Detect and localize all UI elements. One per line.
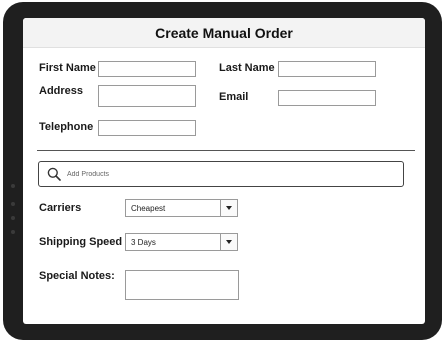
last-name-label: Last Name (219, 62, 275, 74)
section-divider (37, 150, 415, 151)
page-title: Create Manual Order (155, 24, 293, 41)
last-name-field[interactable] (278, 61, 376, 77)
add-products-search[interactable] (38, 161, 404, 187)
camera-dot (11, 184, 15, 188)
first-name-label: First Name (39, 62, 96, 74)
telephone-label: Telephone (39, 121, 94, 133)
shipping-speed-selected-value: 3 Days (131, 237, 156, 247)
special-notes-label: Special Notes: (39, 270, 115, 282)
address-label: Address (39, 85, 84, 97)
carriers-label: Carriers (39, 202, 82, 214)
carriers-dropdown-button[interactable] (220, 200, 237, 216)
carriers-select[interactable]: Cheapest (125, 199, 238, 217)
sensor-dot (11, 216, 15, 220)
carriers-selected-value: Cheapest (131, 203, 166, 213)
first-name-field[interactable] (98, 61, 196, 77)
title-bar: Create Manual Order (23, 18, 425, 48)
sensor-dot (11, 230, 15, 234)
chevron-down-icon (226, 206, 232, 210)
email-field[interactable] (278, 90, 376, 106)
shipping-speed-dropdown-button[interactable] (220, 234, 237, 250)
search-icon (45, 165, 63, 183)
tablet-frame: Create Manual Order First Name Last Name… (3, 2, 442, 340)
telephone-field[interactable] (98, 120, 196, 136)
email-label: Email (219, 91, 249, 103)
sensor-dot (11, 202, 15, 206)
chevron-down-icon (226, 240, 232, 244)
shipping-speed-label: Shipping Speed (39, 236, 123, 248)
order-form-screen: Create Manual Order First Name Last Name… (23, 18, 425, 324)
special-notes-field[interactable] (125, 270, 239, 300)
shipping-speed-select[interactable]: 3 Days (125, 233, 238, 251)
add-products-input[interactable] (67, 164, 403, 184)
address-field[interactable] (98, 85, 196, 107)
